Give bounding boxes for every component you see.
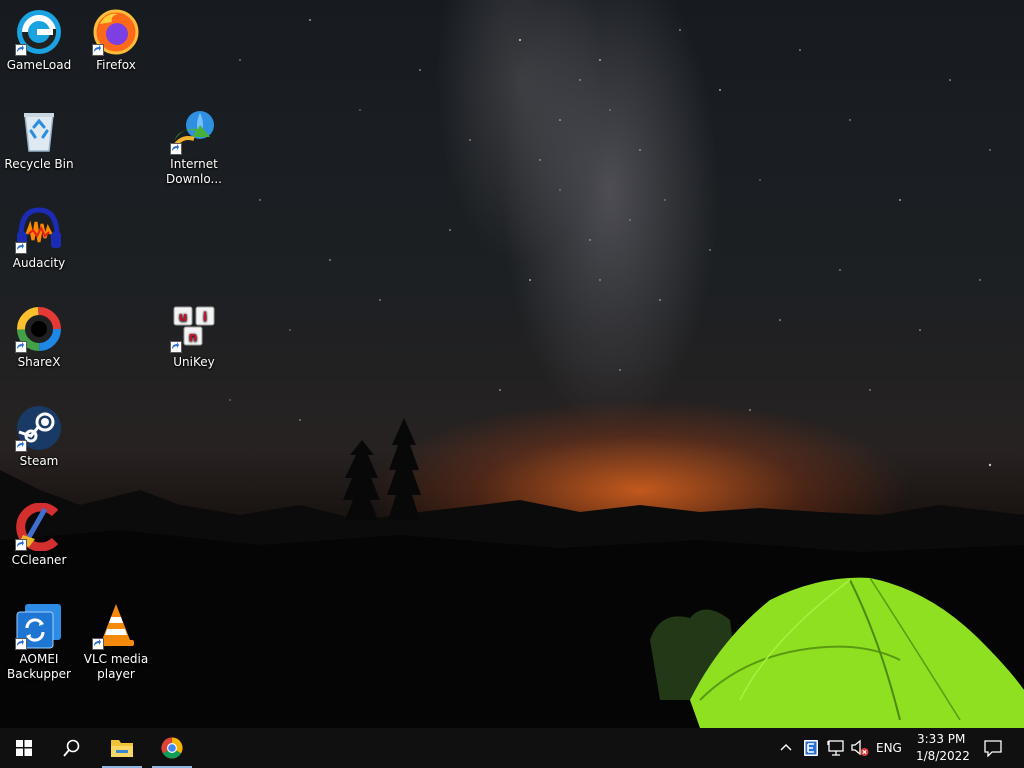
- input-language-button[interactable]: ENG: [872, 728, 904, 768]
- chrome-icon: [161, 737, 183, 759]
- shortcut-arrow-icon: [15, 44, 27, 56]
- action-center-button[interactable]: [976, 728, 1012, 768]
- shortcut-arrow-icon: [170, 143, 182, 155]
- shortcut-arrow-icon: [15, 440, 27, 452]
- volume-button[interactable]: [848, 728, 872, 768]
- shortcut-arrow-icon: [15, 242, 27, 254]
- desktop-icon-sharex[interactable]: ShareX: [1, 305, 77, 370]
- language-indicator: ENG: [876, 741, 902, 755]
- audacity-icon: [15, 206, 63, 254]
- desktop-icon-audacity[interactable]: Audacity: [1, 206, 77, 271]
- icon-label: VLC media player: [83, 652, 149, 681]
- search-button[interactable]: [48, 728, 96, 768]
- unikey-letter-u: u: [179, 310, 188, 324]
- vlc-icon: [92, 602, 140, 650]
- start-button[interactable]: [0, 728, 48, 768]
- firefox-icon: [92, 8, 140, 56]
- icon-label: GameLoad: [6, 58, 72, 72]
- unikey-letter-n: n: [189, 330, 198, 344]
- shortcut-arrow-icon: [92, 638, 104, 650]
- file-explorer-taskbar-button[interactable]: [98, 728, 146, 768]
- icon-label: UniKey: [173, 355, 215, 369]
- icon-label: Firefox: [96, 58, 136, 72]
- taskbar: ENG 3:33 PM 1/8/2022: [0, 728, 1024, 768]
- sharex-icon: [15, 305, 63, 353]
- desktop-icon-recycle-bin[interactable]: Recycle Bin: [1, 107, 77, 172]
- shortcut-arrow-icon: [15, 341, 27, 353]
- icon-label: Steam: [19, 454, 59, 468]
- icon-label: CCleaner: [11, 553, 67, 567]
- chevron-up-icon: [780, 744, 792, 751]
- clock-time: 3:33 PM: [917, 732, 966, 746]
- shortcut-arrow-icon: [170, 341, 182, 353]
- ccleaner-icon: [15, 503, 63, 551]
- gameload-icon: [15, 8, 63, 56]
- app-tray-icon: [804, 740, 818, 756]
- recycle-bin-icon: [15, 107, 63, 155]
- unikey-letter-i: i: [203, 310, 207, 324]
- clock-date: 1/8/2022: [916, 749, 970, 763]
- aomei-backupper-icon: [15, 602, 63, 650]
- shortcut-arrow-icon: [15, 539, 27, 551]
- desktop-icon-firefox[interactable]: Firefox: [78, 8, 154, 73]
- steam-icon: [15, 404, 63, 452]
- folder-icon: [111, 740, 133, 757]
- desktop-icon-ccleaner[interactable]: CCleaner: [1, 503, 77, 568]
- chrome-taskbar-button[interactable]: [148, 728, 196, 768]
- icon-label: Audacity: [12, 256, 66, 270]
- network-button[interactable]: [824, 728, 848, 768]
- windows-logo-icon: [16, 740, 32, 756]
- internet-download-manager-icon: [170, 107, 218, 155]
- icon-label: Recycle Bin: [4, 157, 74, 171]
- icon-label: ShareX: [17, 355, 61, 369]
- clock-button[interactable]: 3:33 PM 1/8/2022: [908, 728, 970, 768]
- shortcut-arrow-icon: [15, 638, 27, 650]
- desktop-icon-vlc[interactable]: VLC media player: [78, 602, 154, 682]
- show-hidden-icons-button[interactable]: [776, 728, 796, 768]
- unikey-icon: u i n: [170, 305, 218, 353]
- icon-label: Internet Downlo...: [166, 157, 222, 186]
- desktop-icon-steam[interactable]: Steam: [1, 404, 77, 469]
- tray-app-button[interactable]: [800, 728, 822, 768]
- desktop-icon-gameload[interactable]: GameLoad: [1, 8, 77, 73]
- network-icon: [827, 740, 844, 756]
- desktop-icon-internet-download-manager[interactable]: Internet Downlo...: [156, 107, 232, 187]
- desktop-icon-aomei-backupper[interactable]: AOMEI Backupper: [1, 602, 77, 682]
- shortcut-arrow-icon: [92, 44, 104, 56]
- volume-muted-icon: [851, 739, 869, 756]
- notification-icon: [984, 740, 1002, 757]
- icon-label: AOMEI Backupper: [7, 652, 71, 681]
- desktop-icon-unikey[interactable]: u i n UniKey: [156, 305, 232, 370]
- search-icon: [63, 739, 80, 757]
